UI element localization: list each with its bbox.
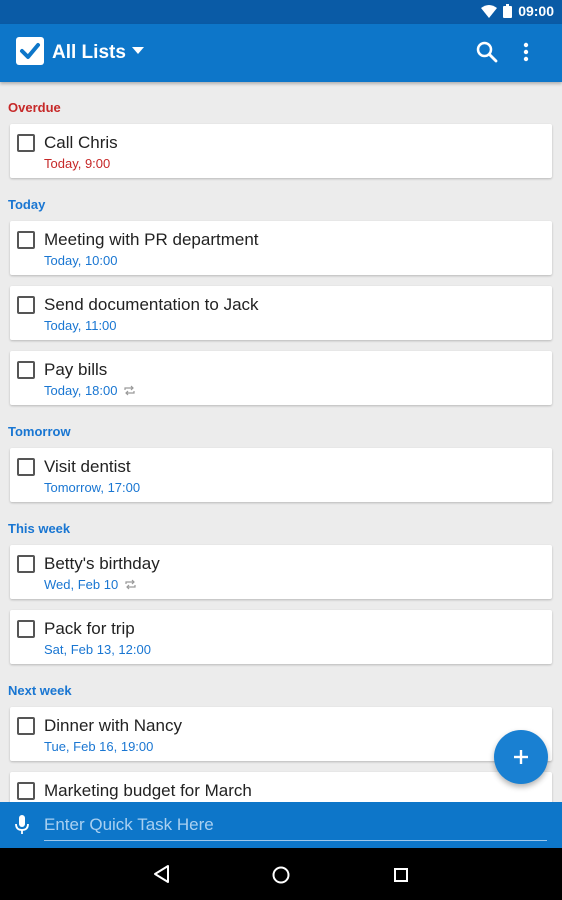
section-header-tomorrow: Tomorrow xyxy=(8,424,71,439)
section-header-today: Today xyxy=(8,197,46,212)
task-due: Sat, Feb 13, 12:00 xyxy=(44,642,151,657)
task-checkbox[interactable] xyxy=(17,134,35,152)
repeat-icon xyxy=(124,385,136,396)
system-nav-bar xyxy=(0,848,562,900)
task-title: Visit dentist xyxy=(44,457,131,476)
add-task-button[interactable] xyxy=(494,730,548,784)
wifi-icon xyxy=(481,4,498,18)
task-due-text: Sat, Feb 13, 12:00 xyxy=(44,642,151,657)
task-due: Today, 9:00 xyxy=(44,156,110,171)
task-due-text: Tomorrow, 17:00 xyxy=(44,480,141,495)
section-header-next-week: Next week xyxy=(8,683,72,698)
search-icon[interactable] xyxy=(476,41,498,63)
app-bar: All Lists xyxy=(0,24,562,82)
battery-icon xyxy=(503,4,513,18)
task-due-text: Today, 18:00 xyxy=(44,383,118,398)
task-title: Dinner with Nancy xyxy=(44,716,182,735)
task-checkbox[interactable] xyxy=(17,296,35,314)
quick-task-input[interactable] xyxy=(44,812,547,841)
recent-square-icon[interactable] xyxy=(393,867,409,883)
task-checkbox[interactable] xyxy=(17,231,35,249)
mic-icon[interactable] xyxy=(14,814,30,836)
task-checkbox[interactable] xyxy=(17,620,35,638)
task-title: Marketing budget for March xyxy=(44,781,252,800)
task-checkbox[interactable] xyxy=(17,782,35,800)
list-selector-title[interactable]: All Lists xyxy=(52,42,126,64)
checkbox-logo-icon xyxy=(16,37,44,65)
section-header-this-week: This week xyxy=(8,521,71,536)
status-time: 09:00 xyxy=(518,3,554,19)
repeat-icon xyxy=(125,579,136,590)
task-due-text: Wed, Feb 10 xyxy=(44,577,119,592)
task-title: Send documentation to Jack xyxy=(44,295,259,314)
task-due: Tomorrow, 17:00 xyxy=(44,480,140,495)
task-due-text: Today, 11:00 xyxy=(44,318,117,333)
task-item[interactable]: Meeting with PR department Today, 10:00 xyxy=(10,221,552,275)
caret-down-icon[interactable] xyxy=(132,47,144,54)
plus-icon xyxy=(514,750,528,764)
back-triangle-icon[interactable] xyxy=(152,864,170,884)
task-item[interactable]: Dinner with Nancy Tue, Feb 16, 19:00 xyxy=(10,707,552,761)
task-checkbox[interactable] xyxy=(17,555,35,573)
task-due: Today, 18:00 xyxy=(44,383,136,398)
task-title: Betty's birthday xyxy=(44,554,160,573)
task-item[interactable]: Send documentation to Jack Today, 11:00 xyxy=(10,286,552,340)
task-item[interactable]: Call Chris Today, 9:00 xyxy=(10,124,552,178)
home-circle-icon[interactable] xyxy=(271,865,291,885)
task-due-text: Today, 9:00 xyxy=(44,156,111,171)
task-item[interactable]: Betty's birthday Wed, Feb 10 xyxy=(10,545,552,599)
task-title: Pack for trip xyxy=(44,619,135,638)
task-due-text: Today, 10:00 xyxy=(44,253,118,268)
task-due: Wed, Feb 10 xyxy=(44,577,137,592)
task-title: Call Chris xyxy=(44,133,118,152)
task-checkbox[interactable] xyxy=(17,361,35,379)
status-indicators: 09:00 xyxy=(481,3,554,19)
task-checkbox[interactable] xyxy=(17,717,35,735)
task-due: Today, 11:00 xyxy=(44,318,117,333)
more-vert-icon[interactable] xyxy=(518,42,534,62)
task-title: Meeting with PR department xyxy=(44,230,259,249)
quick-task-bar xyxy=(0,802,562,848)
task-item[interactable]: Pack for trip Sat, Feb 13, 12:00 xyxy=(10,610,552,664)
task-checkbox[interactable] xyxy=(17,458,35,476)
task-due: Today, 10:00 xyxy=(44,253,117,268)
status-bar: 09:00 xyxy=(0,0,562,24)
task-item[interactable]: Pay bills Today, 18:00 xyxy=(10,351,552,405)
task-item[interactable]: Visit dentist Tomorrow, 17:00 xyxy=(10,448,552,502)
section-header-overdue: Overdue xyxy=(8,100,61,115)
task-item[interactable]: Marketing budget for March xyxy=(10,772,552,802)
task-list[interactable]: Overdue Call Chris Today, 9:00 Today Mee… xyxy=(0,82,562,802)
task-title: Pay bills xyxy=(44,360,108,379)
task-due: Tue, Feb 16, 19:00 xyxy=(44,739,153,754)
task-due-text: Tue, Feb 16, 19:00 xyxy=(44,739,154,754)
